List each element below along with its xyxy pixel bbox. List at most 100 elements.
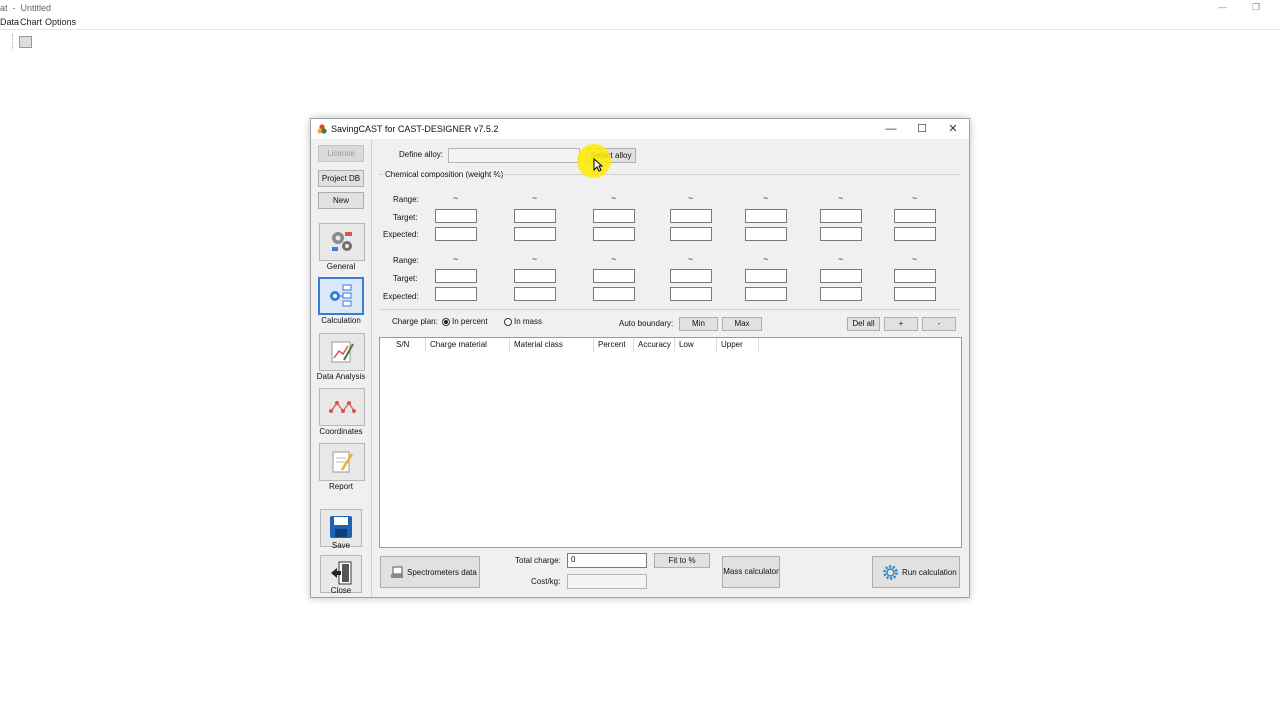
fit-to-percent-button[interactable]: Fit to % <box>654 553 710 568</box>
expected-field-1-7[interactable] <box>894 227 936 241</box>
remove-row-button[interactable]: - <box>922 317 956 331</box>
target-field-2-2[interactable] <box>514 269 556 283</box>
expected-label-2: Expected: <box>383 292 419 301</box>
gear-icon <box>883 565 898 580</box>
expected-label-1: Expected: <box>383 230 419 239</box>
target-field-1-2[interactable] <box>514 209 556 223</box>
column-header-accuracy[interactable]: Accuracy <box>634 338 675 352</box>
target-field-1-3[interactable] <box>593 209 635 223</box>
dialog-maximize-button[interactable]: ☐ <box>907 121 937 137</box>
new-button[interactable]: New <box>318 192 364 209</box>
in-percent-label: In percent <box>452 317 488 326</box>
range-label-1: Range: <box>393 195 419 204</box>
expected-field-2-4[interactable] <box>670 287 712 301</box>
background-restore-button[interactable]: ❐ <box>1252 2 1260 13</box>
toolbar-chart-icon[interactable] <box>19 36 32 48</box>
range-separator-2-3: ~ <box>611 254 617 264</box>
save-label: Save <box>331 541 351 550</box>
range-separator-1-5: ~ <box>763 193 769 203</box>
expected-field-2-1[interactable] <box>435 287 477 301</box>
target-field-2-4[interactable] <box>670 269 712 283</box>
column-header-low[interactable]: Low <box>675 338 717 352</box>
column-header-percent[interactable]: Percent <box>594 338 634 352</box>
menu-options[interactable]: Options <box>45 17 76 27</box>
expected-field-1-5[interactable] <box>745 227 787 241</box>
nav-report-button[interactable] <box>319 443 365 481</box>
range-separator-1-2: ~ <box>532 193 538 203</box>
target-label-2: Target: <box>393 274 418 283</box>
mass-calculator-button[interactable]: Mass calculator <box>722 556 780 588</box>
dialog-minimize-button[interactable]: — <box>876 121 906 137</box>
run-calculation-button[interactable]: Run calculation <box>872 556 960 588</box>
nav-data-analysis-label: Data Analysis <box>316 372 366 381</box>
target-field-1-6[interactable] <box>820 209 862 223</box>
range-separator-2-2: ~ <box>532 254 538 264</box>
target-field-1-4[interactable] <box>670 209 712 223</box>
target-field-1-1[interactable] <box>435 209 477 223</box>
expected-field-2-6[interactable] <box>820 287 862 301</box>
nav-calculation-button[interactable] <box>318 277 364 315</box>
column-header-upper[interactable]: Upper <box>717 338 759 352</box>
project-db-button[interactable]: Project DB <box>318 170 364 187</box>
background-menubar: Data Chart Options <box>0 16 1280 30</box>
target-field-2-7[interactable] <box>894 269 936 283</box>
expected-field-1-2[interactable] <box>514 227 556 241</box>
background-minimize-button[interactable]: — <box>1218 2 1227 12</box>
nav-coordinates-button[interactable] <box>319 388 365 426</box>
column-header-sn[interactable]: S/N <box>392 338 426 352</box>
cost-per-kg-field[interactable] <box>567 574 647 589</box>
target-field-2-1[interactable] <box>435 269 477 283</box>
license-button[interactable]: License <box>318 145 364 162</box>
nav-calculation-label: Calculation <box>321 316 361 325</box>
add-row-button[interactable]: + <box>884 317 918 331</box>
target-field-2-6[interactable] <box>820 269 862 283</box>
toolbar-grip <box>12 34 14 50</box>
in-mass-radio[interactable] <box>504 318 512 326</box>
save-icon <box>330 516 352 538</box>
general-icon <box>332 232 352 251</box>
run-calculation-label: Run calculation <box>902 568 957 577</box>
expected-field-2-2[interactable] <box>514 287 556 301</box>
cost-per-kg-label: Cost/kg: <box>531 577 561 586</box>
expected-field-2-3[interactable] <box>593 287 635 301</box>
expected-field-2-5[interactable] <box>745 287 787 301</box>
nav-data-analysis-button[interactable] <box>319 333 365 371</box>
total-charge-label: Total charge: <box>515 556 561 565</box>
report-icon <box>332 451 354 473</box>
menu-chart[interactable]: Chart <box>20 17 42 27</box>
app-logo-icon <box>317 124 327 134</box>
exit-door-icon <box>331 561 352 585</box>
target-field-2-5[interactable] <box>745 269 787 283</box>
total-charge-field[interactable]: 0 <box>567 553 647 568</box>
calculation-icon <box>330 284 352 307</box>
min-button[interactable]: Min <box>679 317 718 331</box>
nav-general-button[interactable] <box>319 223 365 261</box>
spectrometers-data-button[interactable]: Spectrometers data <box>380 556 480 588</box>
expected-field-2-7[interactable] <box>894 287 936 301</box>
target-field-1-5[interactable] <box>745 209 787 223</box>
range-separator-2-1: ~ <box>453 254 459 264</box>
dialog-close-button[interactable]: ✕ <box>938 121 968 137</box>
target-field-2-3[interactable] <box>593 269 635 283</box>
target-field-1-7[interactable] <box>894 209 936 223</box>
expected-field-1-4[interactable] <box>670 227 712 241</box>
auto-boundary-label: Auto boundary: <box>619 319 674 328</box>
in-percent-radio[interactable] <box>442 318 450 326</box>
expected-field-1-1[interactable] <box>435 227 477 241</box>
expected-field-1-6[interactable] <box>820 227 862 241</box>
charge-plan-label: Charge plan: <box>392 317 438 326</box>
column-header-charge-material[interactable]: Charge material <box>426 338 510 352</box>
group-line-right <box>497 174 961 175</box>
define-alloy-field[interactable] <box>448 148 580 163</box>
expected-field-1-3[interactable] <box>593 227 635 241</box>
sidebar-divider <box>371 139 372 597</box>
charge-material-table[interactable]: S/N Charge material Material class Perce… <box>379 337 962 548</box>
nav-general-label: General <box>326 262 356 271</box>
max-button[interactable]: Max <box>722 317 762 331</box>
menu-data[interactable]: Data <box>0 17 19 27</box>
column-header-material-class[interactable]: Material class <box>510 338 594 352</box>
range-separator-1-3: ~ <box>611 193 617 203</box>
delete-all-button[interactable]: Del all <box>847 317 880 331</box>
spectrometer-icon <box>391 566 403 578</box>
background-window-title: at - Untitled <box>0 3 52 13</box>
